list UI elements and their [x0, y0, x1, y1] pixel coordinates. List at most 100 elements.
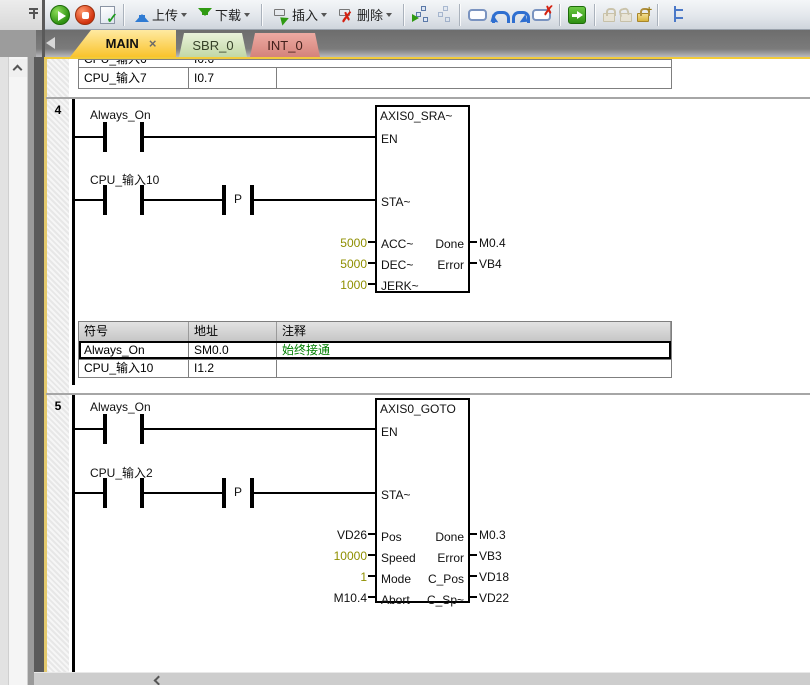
symbol-cell[interactable]: Always_On — [79, 342, 189, 359]
scroll-left-button[interactable] — [148, 674, 166, 684]
run-button[interactable] — [50, 5, 70, 25]
toolbar-separator — [123, 4, 124, 26]
pin-tick — [368, 575, 375, 577]
tabbar-left-zone — [0, 30, 36, 57]
tab-int0-label: INT_0 — [267, 38, 302, 53]
table-row-partial[interactable]: CPU_输入6 I0.6 — [79, 60, 671, 67]
operand-value[interactable]: M0.3 — [479, 528, 506, 542]
toolbar-separator — [459, 4, 460, 26]
tab-sbr0[interactable]: SBR_0 — [179, 33, 247, 57]
edge-contact-label[interactable]: P — [226, 192, 250, 206]
symbol-cell[interactable]: CPU_输入7 — [79, 68, 189, 88]
pin-tick — [470, 596, 477, 598]
unlock-icon — [620, 13, 632, 22]
delete-dropdown-caret[interactable] — [386, 13, 392, 20]
comment-cell[interactable]: 始终接通 — [277, 342, 671, 359]
table-row-selected[interactable]: Always_On SM0.0 始终接通 — [79, 341, 671, 359]
pin-input: Speed — [381, 551, 416, 565]
pin-icon[interactable] — [29, 7, 40, 20]
operand-value[interactable]: M10.4 — [301, 591, 367, 605]
wire — [74, 136, 103, 138]
toolbar-separator — [657, 4, 658, 26]
delete-button[interactable]: 删除 — [335, 3, 395, 26]
pin-output: Done — [435, 530, 464, 544]
table-row[interactable]: CPU_输入7 I0.7 — [79, 67, 671, 88]
add-lock-icon[interactable] — [637, 13, 649, 22]
contact-bar[interactable] — [103, 185, 107, 215]
delete-box-icon[interactable] — [532, 9, 551, 21]
compile-button[interactable] — [100, 6, 115, 24]
instruction-block-axis0-srate[interactable]: AXIS0_SRA~ EN STA~ ACC~ DEC~ JERK~ Done … — [375, 105, 470, 293]
pin-input: Mode — [381, 572, 411, 586]
operand-value[interactable]: 5000 — [301, 257, 367, 271]
operand-value[interactable]: M0.4 — [479, 236, 506, 250]
operand-value[interactable]: VB4 — [479, 257, 502, 271]
pin-output: Error — [437, 551, 464, 565]
pin-input: DEC~ — [381, 258, 413, 272]
pin-tick — [470, 241, 477, 243]
pin-tick — [368, 596, 375, 598]
main-toolbar: 上传 下载 插入 删除 — [45, 0, 810, 30]
table-row[interactable]: CPU_输入10 I1.2 — [79, 359, 671, 377]
pin-tick — [470, 262, 477, 264]
microwin-window: 上传 下载 插入 删除 — [0, 0, 810, 685]
undo-icon[interactable] — [492, 9, 507, 21]
edge-contact-label[interactable]: P — [226, 485, 250, 499]
insert-label: 插入 — [292, 5, 318, 24]
partial-address-cell: I0.6 — [194, 60, 214, 67]
operand-value[interactable]: VD22 — [479, 591, 509, 605]
contact-label[interactable]: Always_On — [90, 108, 151, 122]
upload-button[interactable]: 上传 — [132, 3, 190, 26]
block-title: AXIS0_SRA~ — [380, 109, 452, 123]
operand-value[interactable]: VD18 — [479, 570, 509, 584]
tab-close-icon[interactable]: × — [149, 36, 157, 51]
address-cell[interactable]: I0.7 — [189, 68, 277, 88]
comment-cell[interactable] — [277, 68, 671, 88]
symbol-cell[interactable]: CPU_输入10 — [79, 360, 189, 377]
contact-bar[interactable] — [103, 414, 107, 444]
contact-bar[interactable] — [103, 122, 107, 152]
pin-input: Abort — [381, 593, 410, 607]
pin-en: EN — [381, 132, 398, 146]
pin-input: ACC~ — [381, 237, 413, 251]
contact-label[interactable]: Always_On — [90, 400, 151, 414]
scroll-up-button[interactable] — [9, 59, 27, 77]
address-cell[interactable]: SM0.0 — [189, 342, 277, 359]
insert-button[interactable]: 插入 — [270, 3, 330, 26]
operand-value[interactable]: 10000 — [301, 549, 367, 563]
download-label: 下载 — [215, 5, 241, 24]
tab-sbr0-label: SBR_0 — [192, 38, 233, 53]
tab-int0[interactable]: INT_0 — [250, 33, 320, 57]
branch-icon[interactable] — [666, 6, 684, 24]
redo-icon[interactable] — [512, 9, 527, 21]
box-element-icon[interactable] — [468, 9, 487, 21]
go-to-icon[interactable] — [568, 6, 586, 24]
contact-label[interactable]: CPU_输入10 — [90, 171, 159, 188]
operand-value[interactable]: VB3 — [479, 549, 502, 563]
contact-bar[interactable] — [103, 478, 107, 508]
operand-value[interactable]: 1 — [301, 570, 367, 584]
network-gutter — [47, 59, 69, 672]
pou-navigate-icon[interactable] — [412, 6, 429, 23]
insert-dropdown-caret[interactable] — [321, 13, 327, 20]
download-dropdown-caret[interactable] — [244, 13, 250, 20]
operand-value[interactable]: VD26 — [301, 528, 367, 542]
editor-left-edge — [34, 57, 44, 672]
download-button[interactable]: 下载 — [195, 3, 253, 26]
instruction-block-axis0-goto[interactable]: AXIS0_GOTO EN STA~ Pos Speed Mode Abort … — [375, 398, 470, 603]
header-address: 地址 — [189, 322, 277, 341]
pin-tick — [368, 241, 375, 243]
comment-cell[interactable] — [277, 360, 671, 377]
tab-main[interactable]: MAIN × — [70, 30, 176, 57]
header-comment: 注释 — [277, 322, 671, 341]
operand-value[interactable]: 1000 — [301, 278, 367, 292]
pin-input: JERK~ — [381, 279, 419, 293]
address-cell[interactable]: I1.2 — [189, 360, 277, 377]
tab-scroll-left-button[interactable] — [46, 37, 55, 49]
upload-dropdown-caret[interactable] — [181, 13, 187, 20]
wire — [254, 492, 375, 494]
vertical-scrollbar[interactable] — [8, 57, 28, 685]
stop-button[interactable] — [75, 5, 95, 25]
insert-icon — [273, 7, 289, 23]
operand-value[interactable]: 5000 — [301, 236, 367, 250]
